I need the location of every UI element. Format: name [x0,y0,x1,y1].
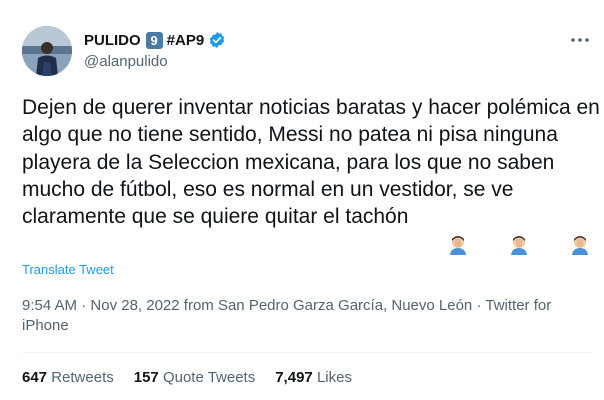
tweet-time[interactable]: 9:54 AM [22,297,77,314]
tweet-location[interactable]: from San Pedro Garza García, Nuevo León [184,297,472,314]
number-badge: 9 [145,31,163,49]
emoji-group [412,206,591,290]
display-name[interactable]: PULIDO [84,32,141,49]
retweets-stat[interactable]: 647 Retweets [22,369,114,386]
user-name-row[interactable]: PULIDO 9 #AP9 [84,30,226,50]
more-options-icon[interactable] [568,30,592,50]
divider [22,352,592,353]
man-facepalming-icon [412,206,469,290]
user-handle[interactable]: @alanpulido [84,53,168,70]
translate-tweet-link[interactable]: Translate Tweet [22,262,114,277]
tweet-meta: 9:54 AM · Nov 28, 2022 from San Pedro Ga… [22,296,592,336]
name-tag: #AP9 [166,31,205,49]
avatar[interactable] [22,26,72,76]
engagement-stats: 647 Retweets 157 Quote Tweets 7,497 Like… [22,369,372,386]
tweet-date[interactable]: Nov 28, 2022 [90,297,179,314]
verified-badge-icon [208,31,226,49]
meta-separator: · [81,297,91,314]
likes-stat[interactable]: 7,497 Likes [275,369,352,386]
tweet-text: Dejen de querer inventar noticias barata… [22,94,600,290]
man-facepalming-icon [473,206,530,290]
quote-tweets-stat[interactable]: 157 Quote Tweets [134,369,255,386]
man-facepalming-icon [534,206,591,290]
